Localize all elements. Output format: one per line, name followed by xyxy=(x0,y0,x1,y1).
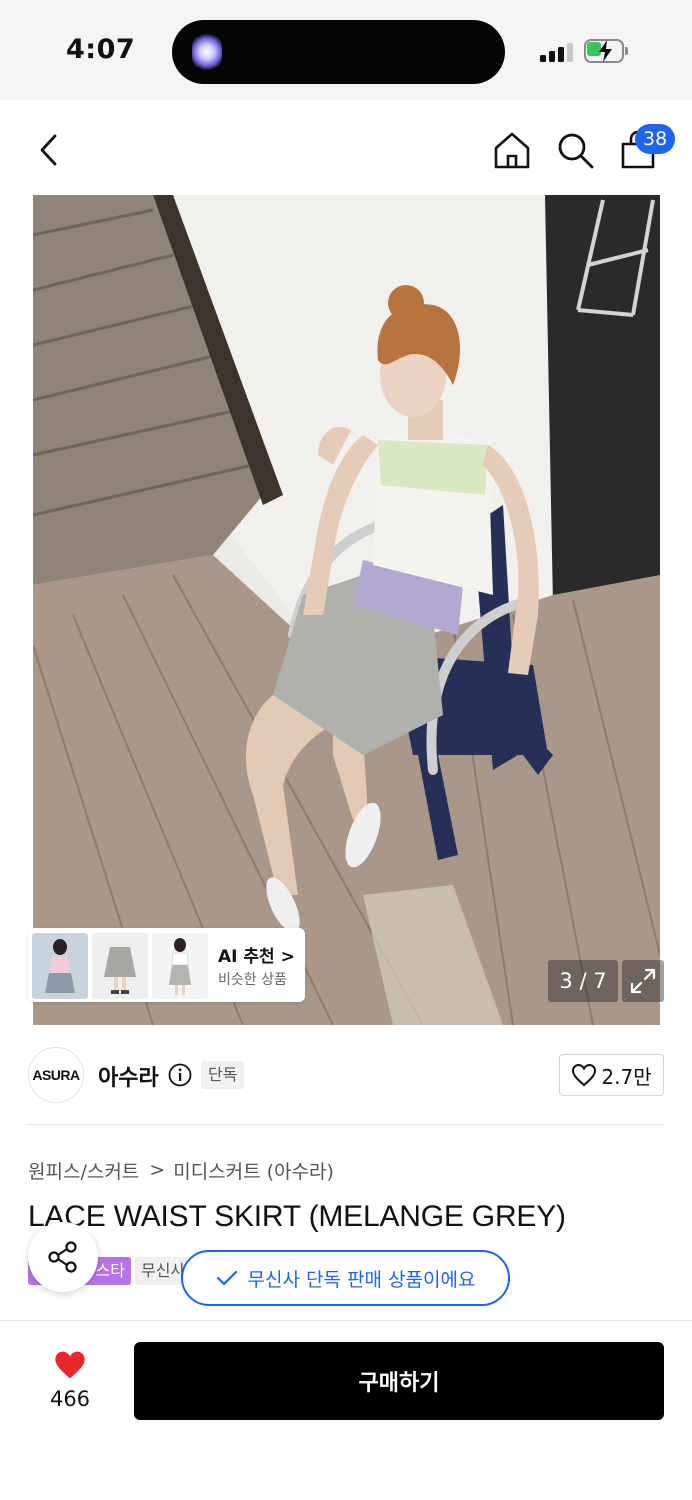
home-button[interactable] xyxy=(490,128,534,172)
buy-button[interactable]: 구매하기 xyxy=(134,1342,664,1420)
battery-charging-icon xyxy=(584,39,628,63)
check-icon xyxy=(216,1270,237,1286)
home-icon xyxy=(494,132,530,169)
bottom-purchase-bar: 466 구매하기 xyxy=(0,1320,692,1500)
exclusive-sale-toast: 무신사 단독 판매 상품이에요 xyxy=(181,1250,510,1306)
ai-recommend-card[interactable]: AI 추천 > 비슷한 상품 xyxy=(28,928,305,1002)
back-icon xyxy=(40,134,57,166)
flashlight-indicator-icon xyxy=(192,32,222,72)
search-button[interactable] xyxy=(553,128,597,172)
status-time: 4:07 xyxy=(66,34,136,65)
product-image[interactable] xyxy=(33,195,660,1025)
brand-like-button[interactable]: 2.7만 xyxy=(559,1054,664,1096)
share-icon xyxy=(48,1241,77,1273)
brand-like-count: 2.7만 xyxy=(601,1064,652,1089)
dynamic-island xyxy=(172,20,505,84)
share-button[interactable] xyxy=(28,1222,98,1292)
breadcrumb-category[interactable]: 원피스/스커트 xyxy=(28,1157,139,1184)
toast-text: 무신사 단독 판매 상품이에요 xyxy=(247,1268,476,1291)
status-bar: 4:07 xyxy=(0,0,692,100)
exclusive-tag: 단독 xyxy=(201,1061,245,1089)
ai-recommend-title: AI 추천 > xyxy=(218,947,295,967)
search-icon xyxy=(558,133,594,169)
brand-logo[interactable]: ASURA xyxy=(28,1047,84,1103)
cellular-signal-icon xyxy=(540,40,574,62)
breadcrumb: 원피스/스커트 > 미디스커트 (아수라) xyxy=(28,1155,334,1185)
wishlist-button[interactable]: 466 xyxy=(40,1341,100,1411)
ai-thumbnail-1[interactable] xyxy=(32,933,88,999)
cart-count-badge: 38 xyxy=(635,124,676,154)
app-header xyxy=(0,100,692,195)
heart-outline-icon xyxy=(572,1063,597,1087)
expand-image-button[interactable] xyxy=(622,960,664,1002)
brand-name[interactable]: 아수라 xyxy=(98,1060,159,1092)
wishlist-count: 466 xyxy=(49,1387,91,1411)
image-page-counter: 3 / 7 xyxy=(548,960,618,1002)
info-icon[interactable] xyxy=(168,1063,192,1087)
product-title: LACE WAIST SKIRT (MELANGE GREY) xyxy=(28,1200,566,1233)
section-divider xyxy=(28,1124,664,1125)
expand-icon xyxy=(630,968,656,994)
heart-filled-icon xyxy=(55,1351,85,1379)
ai-thumbnail-2[interactable] xyxy=(92,933,148,999)
ai-recommend-subtitle: 비슷한 상품 xyxy=(218,972,287,988)
ai-thumbnail-3[interactable] xyxy=(152,933,208,999)
breadcrumb-separator: > xyxy=(149,1159,166,1181)
breadcrumb-subcategory[interactable]: 미디스커트 (아수라) xyxy=(173,1157,334,1184)
back-button[interactable] xyxy=(28,128,72,172)
